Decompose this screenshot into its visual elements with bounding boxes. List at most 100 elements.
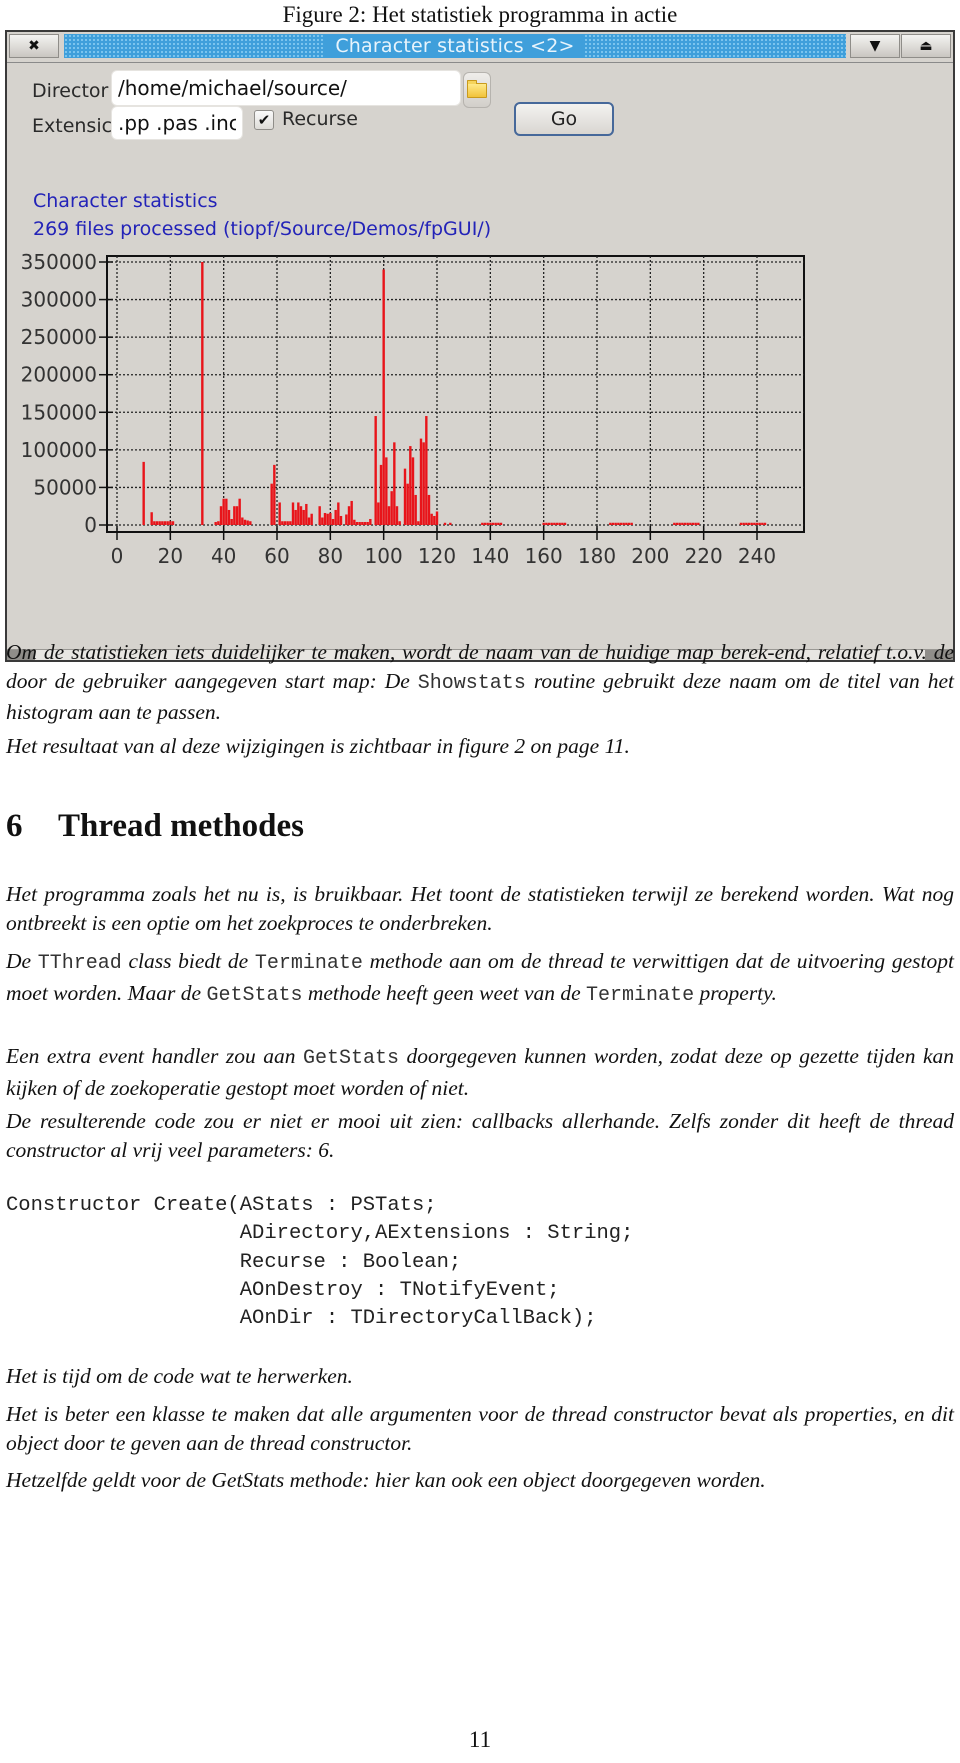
histogram-bar: [310, 513, 313, 525]
histogram-bar: [158, 521, 161, 525]
y-tick-label: 150000: [21, 400, 97, 424]
code-block: Constructor Create(AStats : PSTats; ADir…: [6, 1194, 634, 1331]
histogram-bar: [238, 498, 241, 525]
histogram-bar: [491, 522, 495, 525]
histogram-bar: [681, 522, 684, 525]
histogram-bar: [366, 521, 369, 525]
histogram-bar: [166, 521, 169, 525]
histogram-bar: [686, 522, 689, 525]
x-tick-label: 120: [418, 544, 456, 568]
histogram-bar: [553, 522, 556, 525]
histogram-bar: [142, 461, 145, 525]
histogram-bar: [382, 269, 385, 525]
x-tick-label: 0: [111, 544, 124, 568]
histogram-bar: [219, 506, 223, 525]
histogram-bar: [427, 494, 431, 525]
p5-text-a: Een extra event handler zou aan: [6, 1044, 304, 1068]
histogram-bar: [422, 442, 425, 525]
histogram-bar: [369, 518, 372, 525]
histogram-bar: [547, 522, 551, 525]
histogram-bar: [611, 522, 615, 525]
histogram-bar: [393, 442, 396, 525]
histogram-bar: [361, 521, 364, 525]
histogram-bar: [302, 509, 305, 525]
histogram-bar: [171, 521, 175, 525]
page-number: 11: [468, 1727, 492, 1752]
histogram-bar: [403, 468, 407, 525]
histogram-bar: [299, 506, 303, 525]
histogram-bar: [406, 483, 409, 525]
histogram-bar: [494, 522, 497, 525]
histogram-bar: [358, 521, 361, 525]
histogram-bar: [323, 512, 327, 525]
histogram-bar: [619, 522, 623, 525]
histogram-bar: [278, 502, 281, 525]
histogram-bar: [353, 519, 356, 525]
x-tick-label: 140: [471, 544, 509, 568]
histogram-bar: [377, 502, 380, 525]
x-tick-label: 220: [685, 544, 723, 568]
histogram-bar: [697, 522, 700, 525]
histogram-bar: [273, 464, 276, 525]
histogram-bar: [483, 522, 487, 525]
p4-text-a: De: [6, 949, 38, 973]
histogram-bar: [627, 522, 631, 525]
histogram-bar: [411, 457, 415, 525]
histogram-bar: [337, 502, 340, 525]
histogram-bar: [555, 522, 559, 525]
histogram-bar: [331, 518, 335, 525]
app-window: ✖ Character statistics <2> ▼ ⏏ Director …: [5, 30, 955, 662]
x-tick-label: 80: [318, 544, 343, 568]
plot-frame: [106, 255, 805, 533]
histogram-bar: [497, 522, 500, 525]
histogram-bar: [694, 522, 697, 525]
histogram-bar: [630, 522, 633, 525]
histogram-bar: [747, 522, 751, 525]
histogram-bar: [489, 522, 492, 525]
histogram-bar: [622, 522, 625, 525]
histogram-bar: [230, 518, 233, 525]
figure-caption: Figure 2: Het statistiek programma in ac…: [282, 2, 678, 27]
histogram-bar: [675, 522, 679, 525]
histogram-bar: [755, 522, 759, 525]
x-tick-label: 240: [738, 544, 776, 568]
paragraph-5: Een extra event handler zou aan GetStats…: [6, 1042, 954, 1102]
histogram-bar: [350, 500, 353, 525]
histogram-bar: [355, 521, 359, 525]
histogram-bar: [385, 457, 388, 525]
histogram-bar: [155, 521, 159, 525]
x-tick-label: 200: [631, 544, 669, 568]
histogram-bar: [283, 521, 287, 525]
y-tick-label: 0: [84, 513, 97, 537]
histogram-bar: [363, 521, 367, 525]
histogram-bar: [345, 514, 348, 525]
histogram-bar: [398, 521, 401, 525]
histogram-bar: [289, 521, 292, 525]
histogram-bar: [761, 522, 764, 525]
histogram-bar: [763, 522, 767, 525]
histogram-bar: [425, 416, 428, 525]
histogram-bar: [558, 522, 561, 525]
histogram-bar: [347, 506, 351, 525]
histogram-bar: [233, 506, 236, 525]
histogram-bar: [214, 521, 217, 525]
histogram-bar: [563, 522, 567, 525]
paragraph-4: De TThread class biedt de Terminate meth…: [6, 947, 954, 1010]
y-tick-label: 50000: [33, 475, 97, 499]
histogram-bar: [689, 522, 692, 525]
histogram-bar: [241, 517, 244, 525]
p4-text-b: class biedt de: [121, 949, 255, 973]
y-tick-label: 200000: [21, 363, 97, 387]
histogram-bar: [542, 522, 545, 525]
histogram-bar: [387, 506, 391, 525]
histogram-bar: [379, 464, 383, 525]
p4-code-getstats: GetStats: [206, 983, 303, 1007]
histogram-bar: [390, 491, 393, 525]
histogram-bar: [486, 522, 489, 525]
histogram-bar: [163, 521, 167, 525]
histogram-bar: [561, 522, 564, 525]
histogram-bar: [758, 522, 761, 525]
histogram-bar: [329, 512, 332, 525]
histogram-bar: [307, 517, 311, 525]
section-heading: 6 Thread methodes: [6, 808, 304, 845]
